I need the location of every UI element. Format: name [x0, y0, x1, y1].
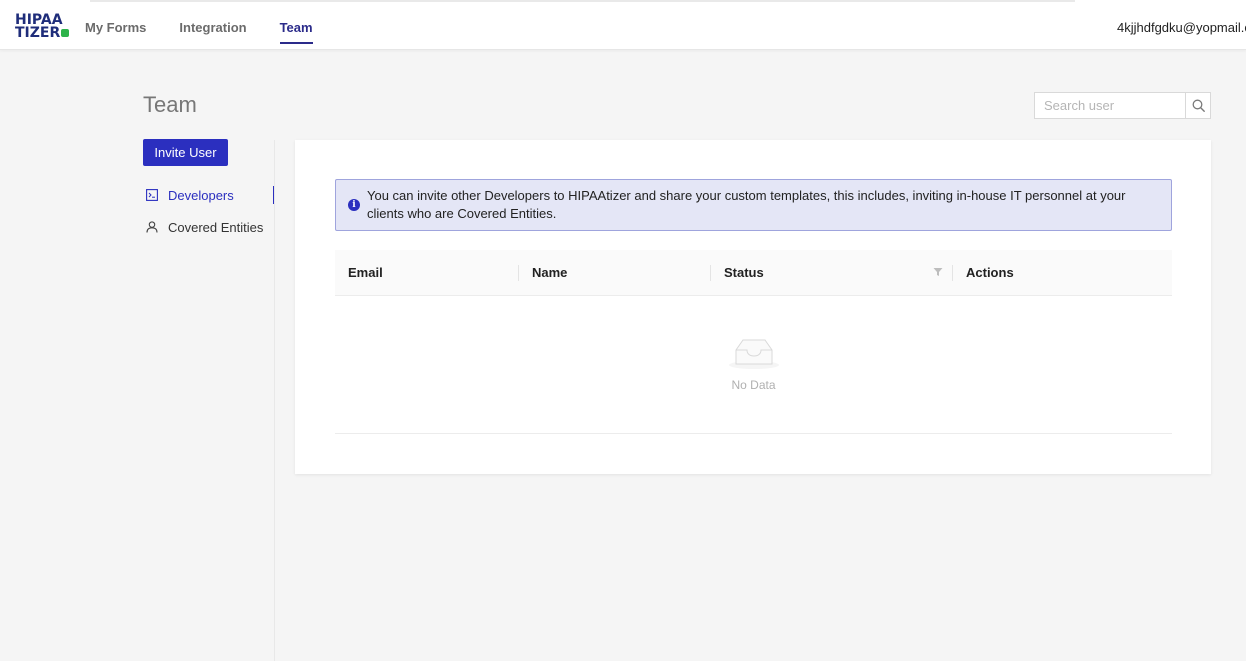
- sidebar-item-developers[interactable]: Developers: [146, 185, 234, 205]
- sidebar-item-label: Developers: [168, 187, 234, 203]
- nav-integration[interactable]: Integration: [179, 0, 246, 50]
- column-label: Email: [348, 264, 383, 280]
- page-title: Team: [143, 92, 197, 117]
- search-button[interactable]: [1185, 93, 1210, 118]
- user-email-menu[interactable]: 4kjjhdfgdku@yopmail.co: [1117, 0, 1246, 50]
- info-icon: i: [348, 199, 360, 211]
- column-label: Status: [724, 264, 764, 280]
- nav-my-forms[interactable]: My Forms: [85, 0, 146, 50]
- column-label: Actions: [966, 264, 1014, 280]
- search-user-box: [1034, 92, 1211, 119]
- search-input[interactable]: [1035, 93, 1185, 118]
- empty-inbox-icon: [727, 334, 781, 370]
- main-nav: My Forms Integration Team: [85, 0, 346, 50]
- invite-user-button[interactable]: Invite User: [143, 139, 228, 166]
- empty-text: No Data: [731, 378, 776, 392]
- column-header-email: Email: [335, 250, 519, 296]
- terminal-icon: [146, 189, 158, 201]
- sidebar-item-covered-entities[interactable]: Covered Entities: [146, 217, 263, 237]
- top-navigation-bar: HIPAA TIZER My Forms Integration Team 4k…: [0, 0, 1246, 50]
- empty-state: No Data: [335, 296, 1172, 434]
- user-icon: [146, 221, 158, 233]
- developers-panel: i You can invite other Developers to HIP…: [295, 140, 1211, 474]
- sidebar-item-label: Covered Entities: [168, 219, 264, 235]
- table-header: Email Name Status Actions: [335, 250, 1172, 296]
- sidebar-divider: [274, 140, 275, 661]
- column-header-status: Status: [711, 250, 953, 296]
- info-alert: i You can invite other Developers to HIP…: [335, 179, 1172, 231]
- logo-badge-icon: [61, 29, 69, 37]
- developers-table: Email Name Status Actions No Data: [335, 250, 1172, 434]
- hipaatizer-logo[interactable]: HIPAA TIZER: [15, 13, 71, 40]
- column-label: Name: [532, 264, 568, 280]
- column-header-actions: Actions: [953, 250, 1172, 296]
- nav-team[interactable]: Team: [279, 0, 313, 50]
- filter-icon[interactable]: [933, 267, 943, 279]
- info-alert-text: You can invite other Developers to HIPAA…: [367, 188, 1126, 221]
- search-icon: [1192, 99, 1205, 112]
- column-header-name: Name: [519, 250, 711, 296]
